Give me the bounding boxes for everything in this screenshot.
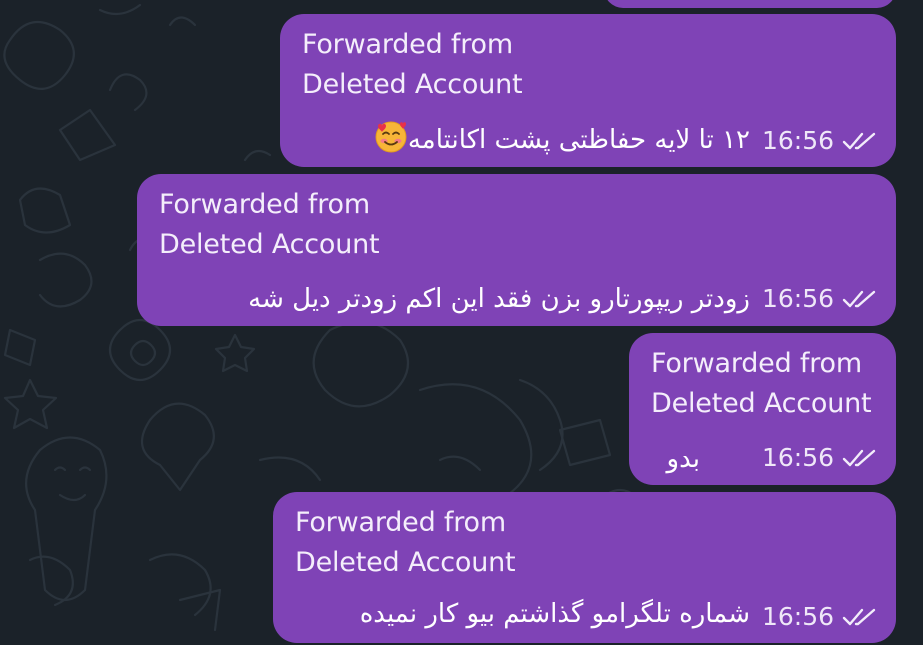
forwarded-label: Forwarded from [159, 189, 370, 220]
message-meta: 16:56 [762, 284, 878, 313]
double-check-icon [842, 449, 876, 466]
message-text: ۱۲ تا لایه حفاظتی پشت اکانتامه [407, 125, 750, 155]
message-text: زودتر ریپورتارو بزن فقد این اکم زودتر دی… [248, 284, 750, 314]
forwarded-label: Forwarded from [302, 29, 513, 60]
forwarded-source-link[interactable]: Deleted Account [651, 387, 872, 421]
message-time: 16:56 [761, 126, 834, 155]
message-time: 16:56 [761, 602, 834, 631]
double-check-icon [842, 290, 876, 307]
smiling-face-with-hearts-icon [375, 121, 407, 153]
forwarded-label: Forwarded from [295, 507, 506, 538]
double-check-icon [842, 132, 876, 149]
forwarded-label: Forwarded from [651, 348, 862, 379]
forwarded-source-link[interactable]: Deleted Account [159, 228, 380, 262]
message-meta: 16:56 [762, 443, 878, 472]
message-text: شماره تلگرامو گذاشتم بیو کار نمیده [359, 599, 750, 629]
forwarded-source-link[interactable]: Deleted Account [295, 546, 516, 580]
message-bubble[interactable]: Forwarded from Deleted Account زودتر ریپ… [137, 174, 896, 326]
message-text: بدو [666, 444, 700, 474]
message-time: 16:56 [761, 443, 834, 472]
previous-message-bubble[interactable] [604, 0, 896, 8]
message-time: 16:56 [761, 284, 834, 313]
message-bubble[interactable]: Forwarded from Deleted Account شماره تلگ… [273, 492, 896, 643]
message-bubble[interactable]: Forwarded from Deleted Account ۱۲ تا لای… [280, 14, 896, 167]
forwarded-source-link[interactable]: Deleted Account [302, 68, 523, 102]
message-text-row: ۱۲ تا لایه حفاظتی پشت اکانتامه [374, 120, 750, 158]
message-bubble[interactable]: Forwarded from Deleted Account بدو 16:56 [629, 333, 896, 485]
message-meta: 16:56 [762, 126, 878, 155]
message-meta: 16:56 [762, 602, 878, 631]
double-check-icon [842, 608, 876, 625]
